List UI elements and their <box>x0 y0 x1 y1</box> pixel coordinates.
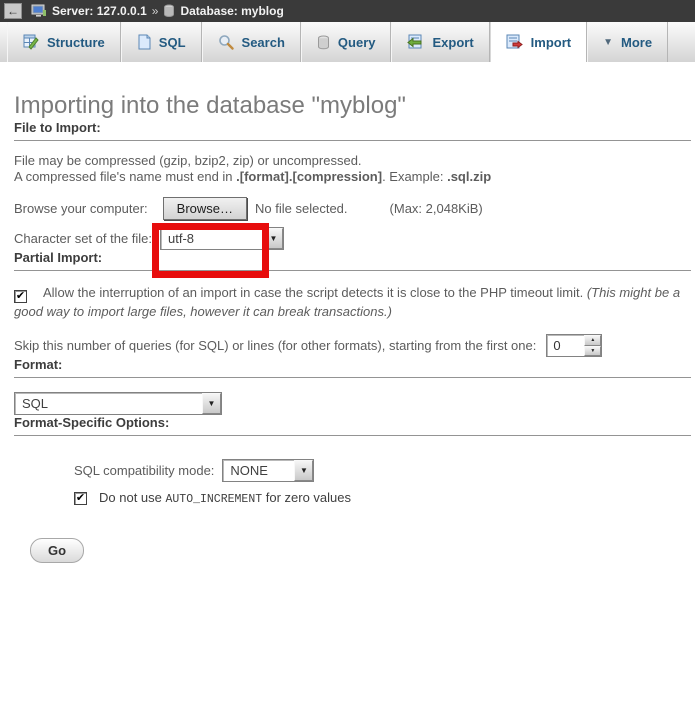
section-file-to-import: File to Import: File may be compressed (… <box>14 120 691 250</box>
section-heading-format-options: Format-Specific Options: <box>14 415 691 436</box>
sql-compatibility-value: NONE <box>223 460 294 481</box>
sql-icon <box>137 34 151 50</box>
breadcrumb-bar: ← Server: 127.0.0.1 » Database: myblog <box>0 0 695 22</box>
section-heading-format: Format: <box>14 357 691 378</box>
tab-label: Import <box>531 35 571 50</box>
section-heading-partial-import: Partial Import: <box>14 250 691 271</box>
skip-queries-label: Skip this number of queries (for SQL) or… <box>14 338 536 353</box>
spin-up-button[interactable]: ▲ <box>584 335 601 346</box>
chevron-down-icon: ▼ <box>603 37 613 48</box>
section-format-specific-options: Format-Specific Options: SQL compatibili… <box>14 415 691 506</box>
skip-queries-value: 0 <box>547 335 584 356</box>
tab-label: Structure <box>47 35 105 50</box>
tab-label: Query <box>338 35 376 50</box>
tab-label: Export <box>432 35 473 50</box>
tab-more[interactable]: ▼ More <box>587 22 668 62</box>
export-icon <box>407 34 424 50</box>
dropdown-arrow-icon: ▼ <box>202 393 221 414</box>
tab-search[interactable]: Search <box>202 22 301 62</box>
import-icon <box>506 34 523 50</box>
auto-increment-label-suffix: for zero values <box>262 490 351 505</box>
filename-example-label: . Example: <box>382 169 447 184</box>
auto-increment-label: Do not use AUTO_INCREMENT for zero value… <box>99 490 351 506</box>
tab-label: SQL <box>159 35 186 50</box>
filename-format-text: .[format].[compression] <box>236 169 382 184</box>
allow-interrupt-row: ✔ Allow the interruption of an import in … <box>14 284 691 320</box>
auto-increment-label-prefix: Do not use <box>99 490 166 505</box>
breadcrumb-database[interactable]: Database: myblog <box>180 4 283 18</box>
section-format: Format: SQL ▼ <box>14 357 691 415</box>
structure-icon <box>23 34 39 50</box>
auto-increment-code: AUTO_INCREMENT <box>166 493 263 506</box>
back-button[interactable]: ← <box>4 3 22 19</box>
skip-queries-input[interactable]: 0 ▲ ▼ <box>546 334 602 357</box>
browse-label: Browse your computer: <box>14 201 148 216</box>
allow-interrupt-label: Allow the interruption of an import in c… <box>43 285 587 300</box>
dropdown-arrow-icon: ▼ <box>294 460 313 481</box>
tab-label: More <box>621 35 652 50</box>
page-title: Importing into the database "myblog" <box>14 92 691 120</box>
tab-import[interactable]: Import <box>490 22 587 62</box>
tab-bar: Structure SQL Search Query <box>0 22 695 62</box>
sql-compatibility-select[interactable]: NONE ▼ <box>222 459 314 482</box>
filename-rule-text: A compressed file's name must end in <box>14 169 236 184</box>
file-upload-row: Browse your computer: Browse… No file se… <box>14 197 691 220</box>
go-button[interactable]: Go <box>30 538 84 563</box>
breadcrumb-server[interactable]: Server: 127.0.0.1 <box>52 4 147 18</box>
tab-query[interactable]: Query <box>301 22 392 62</box>
compression-info-text: File may be compressed (gzip, bzip2, zip… <box>14 153 362 168</box>
section-heading-file-to-import: File to Import: <box>14 120 691 141</box>
browse-button[interactable]: Browse… <box>163 197 247 220</box>
charset-select-value: utf-8 <box>161 228 264 249</box>
file-import-description: File may be compressed (gzip, bzip2, zip… <box>14 153 691 185</box>
filename-example-text: .sql.zip <box>447 169 491 184</box>
allow-interrupt-checkbox[interactable]: ✔ <box>14 290 27 303</box>
charset-select[interactable]: utf-8 ▼ <box>160 227 284 250</box>
tab-sql[interactable]: SQL <box>121 22 202 62</box>
format-select[interactable]: SQL ▼ <box>14 392 222 415</box>
sql-compatibility-label: SQL compatibility mode: <box>74 463 214 478</box>
charset-label: Character set of the file: <box>14 231 152 246</box>
main-content: Importing into the database "myblog" Fil… <box>0 92 695 563</box>
spinner-buttons: ▲ ▼ <box>584 335 601 356</box>
tab-structure[interactable]: Structure <box>7 22 121 62</box>
search-icon <box>218 34 234 50</box>
auto-increment-row: ✔ Do not use AUTO_INCREMENT for zero val… <box>74 490 691 506</box>
tab-label: Search <box>242 35 285 50</box>
dropdown-arrow-icon: ▼ <box>264 228 283 249</box>
breadcrumb-separator: » <box>152 4 159 18</box>
format-select-value: SQL <box>15 393 202 414</box>
tab-export[interactable]: Export <box>391 22 489 62</box>
sql-compatibility-row: SQL compatibility mode: NONE ▼ <box>74 459 691 482</box>
database-icon <box>163 4 175 18</box>
query-icon <box>317 35 330 50</box>
spin-down-button[interactable]: ▼ <box>584 346 601 357</box>
section-partial-import: Partial Import: ✔ Allow the interruption … <box>14 250 691 357</box>
charset-row: Character set of the file: utf-8 ▼ <box>14 227 691 250</box>
max-size-text: (Max: 2,048KiB) <box>390 201 483 216</box>
auto-increment-checkbox[interactable]: ✔ <box>74 492 87 505</box>
server-icon <box>31 4 47 18</box>
skip-queries-row: Skip this number of queries (for SQL) or… <box>14 334 691 357</box>
no-file-selected-text: No file selected. <box>255 201 348 216</box>
